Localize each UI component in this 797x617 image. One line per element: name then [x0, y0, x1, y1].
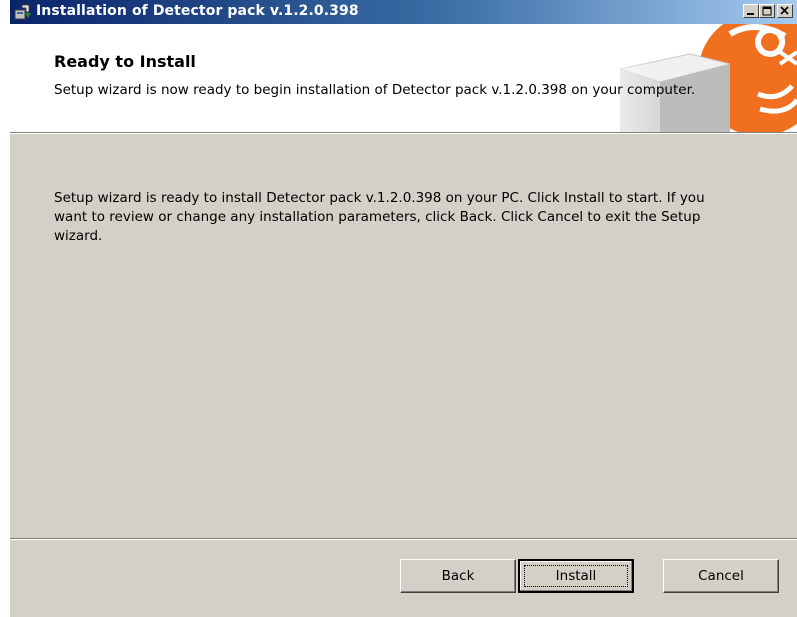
close-icon: [780, 6, 789, 15]
window-title: Installation of Detector pack v.1.2.0.39…: [36, 3, 359, 19]
product-banner-graphic: [580, 24, 797, 132]
install-button-label: Install: [555, 568, 597, 584]
cancel-button[interactable]: Cancel: [663, 559, 779, 593]
install-button[interactable]: Install: [518, 559, 634, 593]
footer-divider-highlight: [10, 539, 797, 540]
close-button[interactable]: [777, 4, 793, 18]
back-button[interactable]: Back: [400, 559, 516, 593]
header-divider-highlight: [10, 133, 797, 134]
installer-window: Installation of Detector pack v.1.2.0.39…: [10, 0, 797, 617]
back-button-label: Back: [441, 568, 475, 584]
header-banner: Ready to Install Setup wizard is now rea…: [10, 24, 797, 132]
page-title: Ready to Install: [54, 52, 196, 71]
maximize-icon: [762, 6, 772, 16]
page-description: Setup wizard is now ready to begin insta…: [54, 82, 696, 98]
cancel-button-label: Cancel: [698, 568, 744, 584]
installer-icon: [14, 3, 32, 21]
install-instructions: Setup wizard is ready to install Detecto…: [54, 190, 705, 244]
maximize-button[interactable]: [759, 4, 775, 18]
minimize-icon: [747, 13, 754, 15]
title-bar[interactable]: Installation of Detector pack v.1.2.0.39…: [10, 0, 797, 24]
minimize-button[interactable]: [743, 4, 759, 18]
